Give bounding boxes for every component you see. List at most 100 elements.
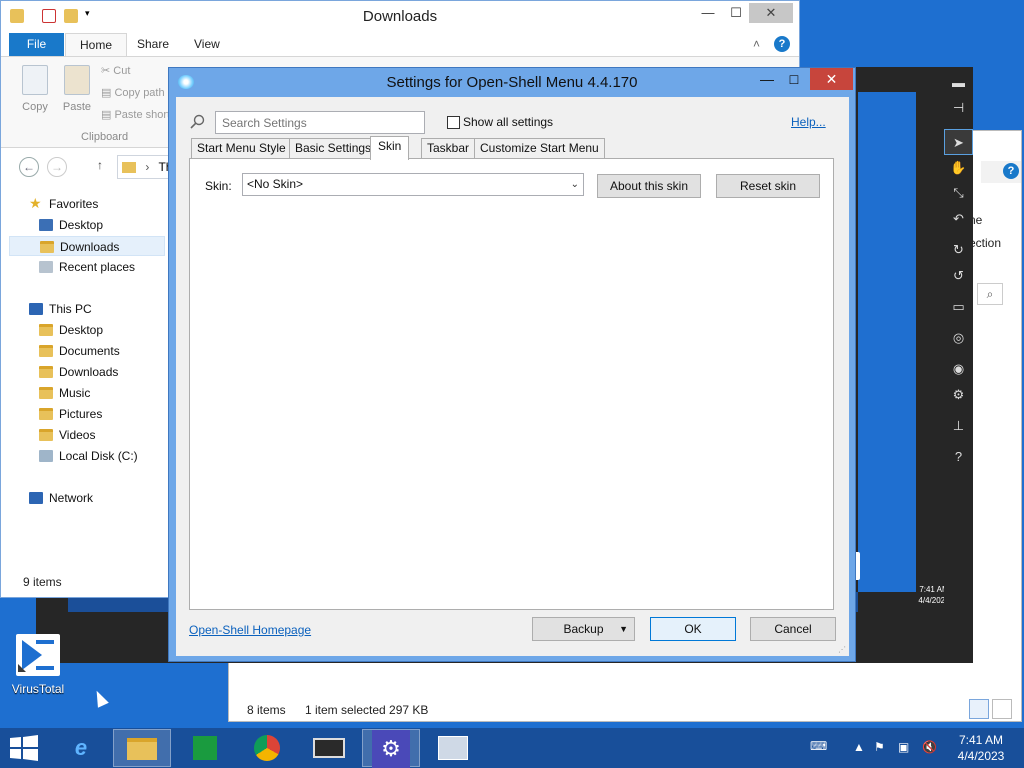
nav-label: This PC: [49, 302, 92, 316]
globe-icon[interactable]: ◎: [944, 325, 973, 351]
desktop-icon-virustotal[interactable]: VirusTotal: [0, 630, 76, 700]
help-icon[interactable]: ?: [1003, 163, 1019, 179]
close-button[interactable]: ✕: [749, 3, 793, 23]
help-icon[interactable]: ?: [944, 444, 973, 470]
copy-path-button[interactable]: ▤ Copy path: [101, 86, 165, 104]
nav-pc-downloads[interactable]: Downloads: [9, 362, 165, 382]
rotate-cw-icon[interactable]: ↻: [944, 237, 973, 263]
maximize-button[interactable]: ☐: [721, 3, 751, 23]
nav-local-disk[interactable]: Local Disk (C:): [9, 446, 165, 466]
help-icon[interactable]: ?: [774, 36, 790, 52]
large-icons-view-icon[interactable]: [992, 699, 1012, 719]
cancel-button[interactable]: Cancel: [750, 617, 836, 641]
chevron-down-icon: ⌄: [570, 179, 579, 190]
show-hidden-icons-icon[interactable]: ▲: [853, 740, 865, 754]
network-icon[interactable]: ▣: [898, 740, 909, 754]
nav-network[interactable]: Network: [9, 488, 165, 508]
start-button[interactable]: [6, 729, 42, 767]
nav-downloads[interactable]: Downloads: [9, 236, 165, 256]
nav-label: Network: [49, 491, 94, 505]
clock[interactable]: 7:41 AM 4/4/2023: [946, 732, 1016, 764]
folder-icon: [39, 429, 53, 441]
nav-music[interactable]: Music: [9, 383, 165, 403]
paste-icon: [64, 65, 90, 95]
nav-pc-desktop[interactable]: Desktop: [9, 320, 165, 340]
minimize-button[interactable]: —: [754, 70, 780, 90]
nav-favorites[interactable]: ★ Favorites: [9, 194, 165, 214]
nav-label: Pictures: [59, 407, 103, 421]
maximize-button[interactable]: ☐: [781, 70, 807, 90]
open-shell-settings-icon[interactable]: ⚙: [362, 729, 420, 768]
dock-icon[interactable]: ⊥: [944, 413, 973, 439]
nav-pictures[interactable]: Pictures: [9, 404, 165, 424]
about-skin-button[interactable]: About this skin: [597, 174, 701, 198]
rotate-ccw-icon[interactable]: ↺: [944, 263, 973, 289]
remote-toolbar: ▬ ⊣ ➤ ✋ ⤡ ↶ ↻ ↺ ▭ ◎ ◉ ⚙ ⊥ ?: [944, 67, 973, 663]
pin-icon[interactable]: ⊣: [944, 95, 973, 121]
close-button[interactable]: ✕: [810, 68, 853, 90]
desktop-icon: [39, 219, 53, 231]
volume-muted-icon[interactable]: 🔇: [922, 740, 937, 754]
homepage-link[interactable]: Open-Shell Homepage: [189, 623, 311, 637]
nav-videos[interactable]: Videos: [9, 425, 165, 445]
reset-skin-button[interactable]: Reset skin: [716, 174, 820, 198]
file-explorer-icon[interactable]: [113, 729, 171, 767]
cut-button[interactable]: ✂ Cut: [101, 64, 130, 82]
tab-file[interactable]: File: [9, 33, 64, 56]
tab-share[interactable]: Share: [123, 33, 183, 56]
back-button[interactable]: ←: [19, 157, 39, 177]
tab-skin[interactable]: Skin: [370, 136, 410, 160]
gear-icon[interactable]: ⚙: [944, 382, 973, 408]
tab-basic-settings[interactable]: Basic Settings: [289, 138, 378, 159]
skin-dropdown[interactable]: <No Skin> ⌄: [242, 173, 584, 196]
nav-documents[interactable]: Documents: [9, 341, 165, 361]
resize-grip-icon[interactable]: ⋰: [838, 645, 846, 654]
minimize-button[interactable]: —: [693, 3, 723, 23]
keyboard-icon[interactable]: ⌨: [810, 739, 827, 753]
camera-icon[interactable]: ◉: [944, 356, 973, 382]
paste-label: Paste: [62, 101, 92, 113]
collapse-ribbon-icon[interactable]: ˄: [753, 37, 760, 51]
tab-home[interactable]: Home: [65, 33, 128, 56]
up-button[interactable]: ↑: [97, 158, 103, 172]
taskbar: e ⚙ ⌨ ▲ ⚑ ▣ 🔇 7:41 AM 4/4/2023: [0, 728, 1024, 768]
store-icon[interactable]: [176, 729, 234, 767]
skin-tab-panel: Skin: <No Skin> ⌄ About this skin Reset …: [189, 158, 834, 610]
tab-view[interactable]: View: [180, 33, 234, 56]
resize-icon[interactable]: ⤡: [944, 180, 973, 206]
copy-button[interactable]: Copy: [15, 65, 55, 113]
forward-button[interactable]: →: [47, 157, 67, 177]
paste-button[interactable]: Paste: [57, 65, 97, 113]
nav-this-pc[interactable]: This PC: [9, 299, 165, 319]
nav-recent-places[interactable]: Recent places: [9, 257, 165, 277]
nav-desktop[interactable]: Desktop: [9, 215, 165, 235]
hand-icon[interactable]: ✋: [944, 155, 973, 181]
navigation-pane: ★ Favorites Desktop Downloads Recent pla…: [9, 189, 169, 569]
chrome-icon[interactable]: [238, 729, 296, 767]
help-link[interactable]: Help...: [791, 115, 826, 129]
pointer-icon[interactable]: ➤: [944, 129, 973, 155]
tab-taskbar[interactable]: Taskbar: [421, 138, 476, 159]
search-icon[interactable]: ⌕: [977, 283, 1003, 305]
show-all-settings-checkbox[interactable]: [447, 116, 460, 129]
recent-places-icon: [39, 261, 53, 273]
ok-button[interactable]: OK: [650, 617, 736, 641]
show-all-settings-label[interactable]: Show all settings: [463, 115, 553, 129]
tab-start-menu-style[interactable]: Start Menu Style: [191, 138, 292, 159]
nav-label: Local Disk (C:): [59, 449, 138, 463]
remote-desktop-app-icon[interactable]: [300, 729, 358, 767]
search-settings-input[interactable]: [215, 111, 425, 134]
internet-explorer-icon[interactable]: e: [52, 729, 110, 767]
monitor-icon[interactable]: ▭: [944, 294, 973, 320]
details-view-icon[interactable]: [969, 699, 989, 719]
action-center-flag-icon[interactable]: ⚑: [874, 740, 885, 754]
resource-monitor-icon[interactable]: [424, 729, 482, 767]
nav-label: Documents: [59, 344, 120, 358]
dialog-title: Settings for Open-Shell Menu 4.4.170: [386, 74, 638, 91]
undo-icon[interactable]: ↶: [944, 206, 973, 232]
minimize-icon[interactable]: ▬: [944, 70, 973, 96]
drive-icon: [39, 450, 53, 462]
backup-button[interactable]: Backup ▼: [532, 617, 635, 641]
partial-text: ection: [969, 236, 1002, 250]
tab-customize-start-menu[interactable]: Customize Start Menu: [474, 138, 605, 159]
